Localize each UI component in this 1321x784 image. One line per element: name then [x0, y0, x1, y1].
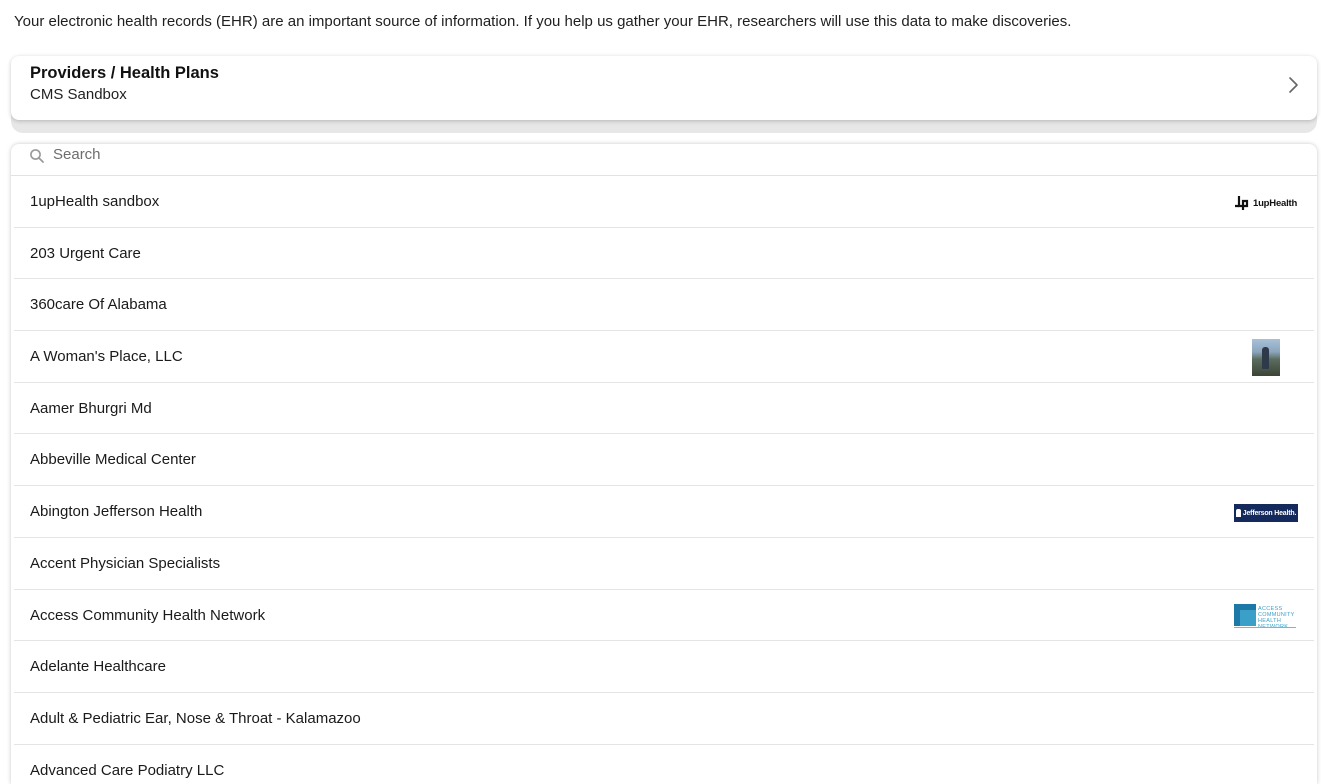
provider-name: 1upHealth sandbox [30, 193, 160, 210]
provider-row-abington-jefferson-health[interactable]: Abington Jefferson Health Jefferson Heal… [14, 486, 1314, 538]
jefferson-health-logo: Jefferson Health. [1234, 504, 1298, 523]
chevron-right-icon[interactable] [1287, 75, 1301, 95]
provider-row-aamer-bhurgri-md[interactable]: Aamer Bhurgri Md [14, 383, 1314, 435]
provider-name: Access Community Health Network [30, 606, 266, 624]
provider-row-advanced-care-podiatry[interactable]: Advanced Care Podiatry LLC [14, 745, 1314, 784]
provider-row-a-womans-place[interactable]: A Woman's Place, LLC [14, 331, 1314, 383]
search-input[interactable] [53, 144, 653, 165]
provider-name: 360care Of Alabama [30, 296, 167, 314]
provider-row-accent-physician-specialists[interactable]: Accent Physician Specialists [14, 538, 1314, 590]
provider-row-203-urgent-care[interactable]: 203 Urgent Care [14, 228, 1314, 280]
intro-text: Your electronic health records (EHR) are… [14, 13, 1072, 30]
search-icon [30, 149, 44, 163]
provider-name: 203 Urgent Care [30, 244, 141, 262]
provider-card-subtitle: CMS Sandbox [30, 86, 127, 103]
provider-name: A Woman's Place, LLC [30, 348, 183, 366]
provider-name: Adult & Pediatric Ear, Nose & Throat - K… [30, 709, 361, 727]
provider-row-adelante-healthcare[interactable]: Adelante Healthcare [14, 641, 1314, 693]
jefferson-mark-icon [1235, 509, 1241, 518]
provider-row-adult-pediatric-ent-kalamazoo[interactable]: Adult & Pediatric Ear, Nose & Throat - K… [14, 693, 1314, 745]
provider-name: Advanced Care Podiatry LLC [30, 761, 225, 779]
provider-list: 1upHealth sandbox 1upHealth 203 Urgent C… [14, 176, 1314, 784]
provider-row-abbeville-medical-center[interactable]: Abbeville Medical Center [14, 434, 1314, 487]
provider-name: Aamer Bhurgri Md [30, 399, 152, 417]
provider-card-title: Providers / Health Plans [30, 64, 219, 82]
1uphealth-logo-text: 1upHealth [1253, 197, 1298, 209]
provider-row-360care-of-alabama[interactable]: 360care Of Alabama [14, 279, 1314, 332]
provider-name: Accent Physician Specialists [30, 554, 221, 572]
1uphealth-mark-icon [1235, 196, 1249, 210]
provider-selector-card[interactable]: Providers / Health Plans CMS Sandbox [11, 56, 1317, 120]
provider-name: Abbeville Medical Center [30, 451, 196, 469]
provider-name: Adelante Healthcare [30, 658, 166, 676]
search-bar [11, 144, 1317, 176]
provider-photo-logo [1252, 339, 1280, 377]
access-community-health-logo: ACCESS COMMUNITY HEALTH NETWORK [1234, 602, 1298, 630]
1uphealth-logo: 1upHealth [1234, 195, 1298, 211]
provider-row-access-community-health-network[interactable]: Access Community Health Network ACCESS C… [14, 590, 1314, 642]
provider-list-panel: 1upHealth sandbox 1upHealth 203 Urgent C… [11, 144, 1317, 784]
provider-name: Abington Jefferson Health [30, 503, 203, 521]
jefferson-logo-text: Jefferson Health. [1242, 509, 1297, 517]
provider-row-1uphealth-sandbox[interactable]: 1upHealth sandbox 1upHealth [14, 176, 1314, 228]
